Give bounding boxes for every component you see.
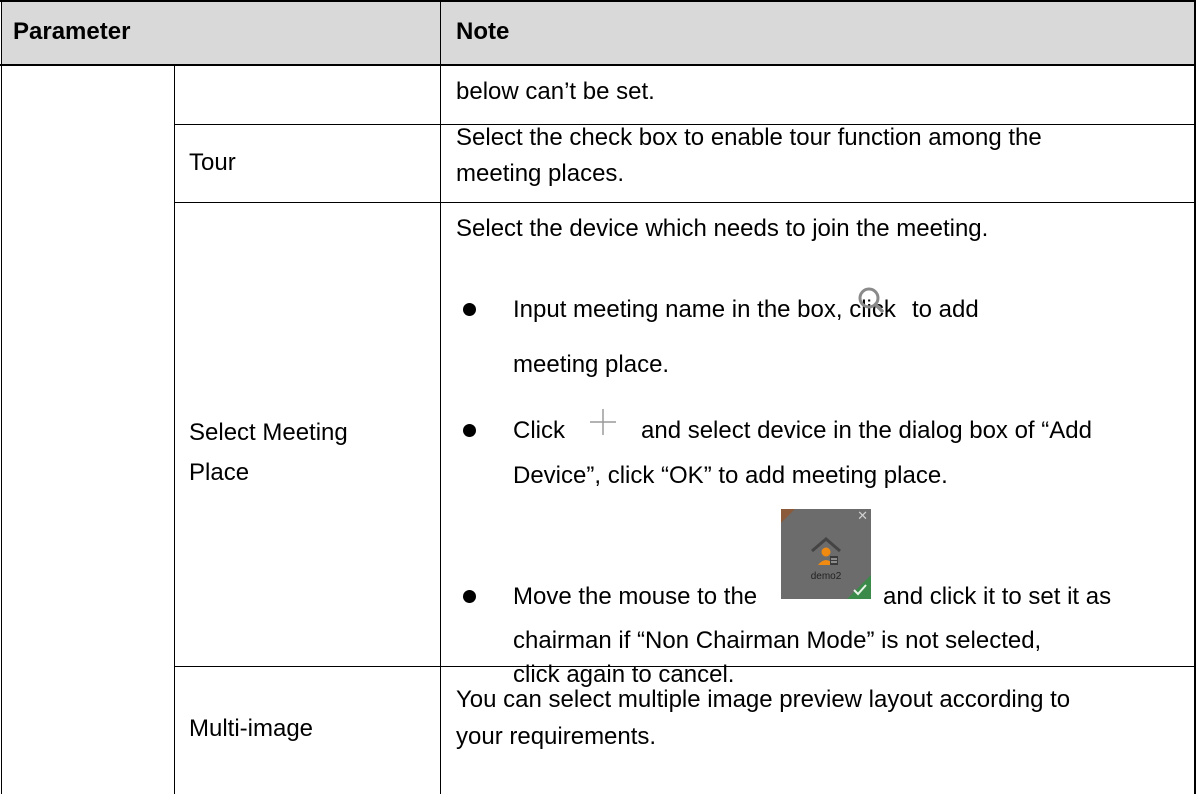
plus-icon: [585, 404, 621, 440]
bullet2-text-b: and select device in the dialog box of “…: [641, 417, 1092, 444]
column-divider-note: [440, 0, 441, 794]
row-divider: [174, 202, 1196, 203]
close-icon: ✕: [857, 509, 868, 523]
bullet3-text-b: and click it to set it as: [883, 583, 1112, 610]
bullet-2: [463, 424, 476, 437]
bullet2-text-a: Click: [513, 417, 565, 444]
header-parameter: Parameter: [13, 18, 131, 45]
bullet3-text-line2: chairman if “Non Chairman Mode” is not s…: [513, 627, 1042, 654]
meeting-place-thumbnail: ✕ demo2: [781, 509, 871, 599]
tour-note-line1: Select the check box to enable tour func…: [456, 124, 1042, 151]
bullet2-text-line2: Device”, click “OK” to add meeting place…: [513, 462, 948, 489]
header-bottom-border: [0, 64, 1196, 66]
check-icon: [852, 583, 868, 597]
select-meeting-place-intro: Select the device which needs to join th…: [456, 215, 989, 242]
header-top-border: [0, 0, 1196, 2]
select-meeting-place-label-line2: Place: [189, 459, 250, 486]
multi-image-note-line2: your requirements.: [456, 723, 657, 750]
multi-image-label: Multi-image: [189, 715, 314, 742]
house-user-icon: [809, 535, 843, 569]
tour-label: Tour: [189, 149, 236, 176]
bullet1-text-line2: meeting place.: [513, 351, 670, 378]
header-note: Note: [456, 18, 510, 45]
row-continuation-note: below can’t be set.: [456, 78, 655, 105]
tour-note-line2: meeting places.: [456, 160, 625, 187]
table-header-row: [1, 0, 1196, 65]
thumbnail-caption: demo2: [810, 571, 842, 582]
table-left-border: [1, 0, 2, 794]
column-divider-sub: [174, 65, 175, 794]
parameter-table: Parameter Note below can’t be set. Tour …: [0, 0, 1196, 794]
bullet1-text-b: to add: [912, 296, 979, 323]
search-icon: [854, 283, 890, 319]
multi-image-note-line1: You can select multiple image preview la…: [456, 686, 1071, 713]
bullet1-text-a: Input meeting name in the box, click: [513, 296, 896, 323]
bullet-3: [463, 590, 476, 603]
bullet-1: [463, 303, 476, 316]
bullet3-text-a: Move the mouse to the: [513, 583, 758, 610]
select-meeting-place-label-line1: Select Meeting: [189, 419, 348, 446]
